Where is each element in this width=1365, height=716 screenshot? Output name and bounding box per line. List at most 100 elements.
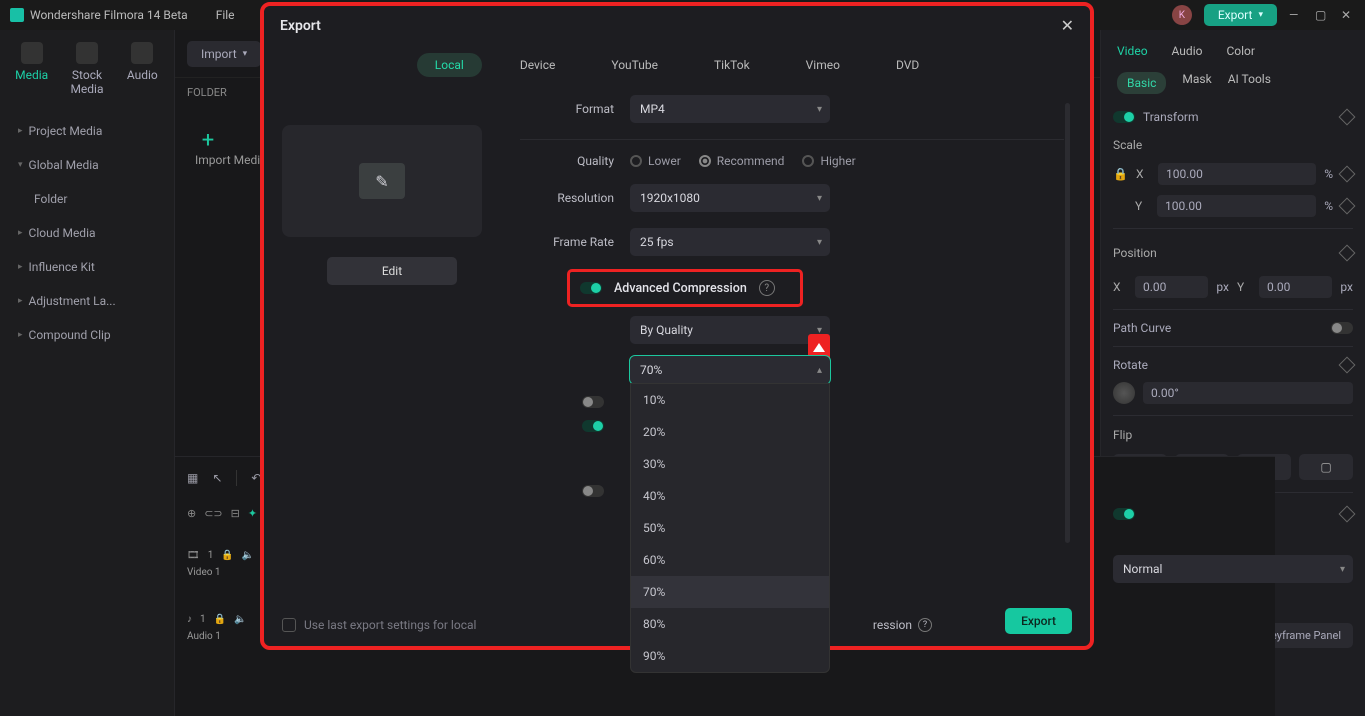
extra-toggle-3[interactable] — [582, 485, 604, 497]
edit-button[interactable]: Edit — [327, 257, 457, 285]
format-select[interactable]: MP4▾ — [630, 95, 830, 123]
media-icon — [21, 42, 43, 64]
quality-pct-select[interactable]: 70%▴ — [630, 356, 830, 384]
keyframe-icon[interactable] — [1339, 166, 1356, 183]
marker-icon[interactable]: ✦ — [248, 507, 257, 520]
quality-lower[interactable]: Lower — [630, 154, 681, 168]
mic-icon[interactable]: ⊟ — [231, 507, 240, 520]
quality-recommend[interactable]: Recommend — [699, 154, 785, 168]
opt-80[interactable]: 80% — [631, 608, 829, 640]
import-button[interactable]: Import▾ — [187, 41, 261, 67]
opt-50[interactable]: 50% — [631, 512, 829, 544]
mute-icon[interactable]: 🔈 — [242, 550, 254, 561]
help-icon[interactable]: ? — [759, 280, 775, 296]
flip-4-button[interactable]: ▢ — [1299, 454, 1353, 480]
keyframe-icon[interactable] — [1339, 245, 1356, 262]
scale-x-input[interactable]: 100.00 — [1158, 163, 1316, 185]
adv-compression-toggle[interactable] — [580, 282, 602, 294]
opt-40[interactable]: 40% — [631, 480, 829, 512]
film-icon: 🎞 — [187, 550, 200, 561]
lock-icon[interactable]: 🔒 — [221, 550, 233, 561]
keyframe-icon[interactable] — [1339, 357, 1356, 374]
rotate-input[interactable]: 0.00° — [1143, 382, 1353, 404]
minimize-icon[interactable]: — — [1289, 8, 1303, 22]
maximize-icon[interactable]: ▢ — [1315, 8, 1329, 22]
tab-video[interactable]: Video — [1117, 44, 1148, 58]
grid-icon[interactable]: ▦ — [187, 471, 198, 485]
advanced-compression-row: Advanced Compression ? — [570, 272, 800, 304]
undo-icon[interactable]: ↶ — [251, 471, 261, 485]
tab-stock[interactable]: Stock Media — [63, 42, 110, 96]
quality-higher[interactable]: Higher — [802, 154, 855, 168]
close-icon[interactable]: ✕ — [1061, 16, 1074, 35]
framerate-select[interactable]: 25 fps▾ — [630, 228, 830, 256]
resolution-select[interactable]: 1920x1080▾ — [630, 184, 830, 212]
blend-select[interactable]: Normal▾ — [1113, 555, 1353, 583]
tab-audio[interactable]: Audio — [119, 42, 166, 96]
main-menu: File — [216, 8, 235, 22]
pct-dropdown: 10% 20% 30% 40% 50% 60% 70% 80% 90% — [630, 383, 830, 673]
rotate-dial[interactable] — [1113, 382, 1135, 404]
opt-70[interactable]: 70% — [631, 576, 829, 608]
tab-youtube[interactable]: YouTube — [593, 53, 676, 77]
scale-y-input[interactable]: 100.00 — [1157, 195, 1316, 217]
opt-10[interactable]: 10% — [631, 384, 829, 416]
tab-audio-r[interactable]: Audio — [1172, 44, 1203, 58]
tab-dvd[interactable]: DVD — [878, 53, 937, 77]
sidebar-item-global[interactable]: ▾Global Media — [0, 148, 174, 182]
add-track-icon[interactable]: ⊕ — [187, 507, 196, 520]
dialog-title: Export — [280, 18, 321, 34]
keyframe-icon[interactable] — [1339, 109, 1356, 126]
opt-90[interactable]: 90% — [631, 640, 829, 672]
pencil-icon: ✎ — [359, 163, 405, 199]
avatar[interactable]: K — [1172, 5, 1192, 25]
app-name: Wondershare Filmora 14 Beta — [30, 8, 188, 22]
subtab-mask[interactable]: Mask — [1182, 72, 1211, 94]
help-icon[interactable]: ? — [918, 618, 932, 632]
lock-icon[interactable]: 🔒 — [214, 614, 226, 625]
compositing-toggle[interactable] — [1113, 508, 1135, 520]
close-window-icon[interactable]: ✕ — [1341, 8, 1355, 22]
pos-x-input[interactable]: 0.00 — [1135, 276, 1208, 298]
pos-y-input[interactable]: 0.00 — [1259, 276, 1332, 298]
sidebar-item-folder[interactable]: Folder — [0, 182, 174, 216]
mute-icon[interactable]: 🔈 — [234, 614, 246, 625]
tab-media[interactable]: Media — [8, 42, 55, 96]
keyframe-icon[interactable] — [1339, 198, 1356, 215]
sidebar-item-influence[interactable]: ▸Influence Kit — [0, 250, 174, 284]
pointer-icon[interactable]: ↖ — [212, 471, 222, 485]
opt-30[interactable]: 30% — [631, 448, 829, 480]
link-icon[interactable]: ⊂⊃ — [204, 507, 222, 520]
use-last-settings-checkbox[interactable] — [282, 618, 296, 632]
lock-aspect-icon[interactable]: 🔒 — [1113, 167, 1128, 181]
extra-toggle-2[interactable] — [582, 420, 604, 432]
subtab-aitools[interactable]: AI Tools — [1228, 72, 1271, 94]
sidebar-item-project[interactable]: ▸Project Media — [0, 114, 174, 148]
pathcurve-toggle[interactable] — [1331, 322, 1353, 334]
stock-icon — [76, 42, 98, 64]
tab-device[interactable]: Device — [502, 53, 574, 77]
opt-60[interactable]: 60% — [631, 544, 829, 576]
opt-20[interactable]: 20% — [631, 416, 829, 448]
export-button-top[interactable]: Export▾ — [1204, 4, 1277, 26]
tab-tiktok[interactable]: TikTok — [696, 53, 768, 77]
extra-toggle-1[interactable] — [582, 396, 604, 408]
audio-icon — [131, 42, 153, 64]
tab-local[interactable]: Local — [417, 53, 482, 77]
menu-file[interactable]: File — [216, 8, 235, 22]
sidebar-item-cloud[interactable]: ▸Cloud Media — [0, 216, 174, 250]
keyframe-icon[interactable] — [1339, 506, 1356, 523]
export-dialog: Export ✕ Local Device YouTube TikTok Vim… — [264, 6, 1090, 646]
transform-toggle[interactable] — [1113, 111, 1135, 123]
sidebar-item-adjustment[interactable]: ▸Adjustment La... — [0, 284, 174, 318]
tab-vimeo[interactable]: Vimeo — [788, 53, 858, 77]
subtab-basic[interactable]: Basic — [1117, 72, 1166, 94]
scrollbar[interactable] — [1065, 103, 1070, 543]
left-sidebar: Media Stock Media Audio ▸Project Media ▾… — [0, 30, 175, 716]
tab-color[interactable]: Color — [1226, 44, 1254, 58]
compression-mode-select[interactable]: By Quality▾ — [630, 316, 830, 344]
sidebar-item-compound[interactable]: ▸Compound Clip — [0, 318, 174, 352]
plus-icon[interactable]: + — [195, 127, 221, 153]
note-icon: ♪ — [187, 614, 192, 625]
export-button[interactable]: Export — [1005, 608, 1072, 634]
